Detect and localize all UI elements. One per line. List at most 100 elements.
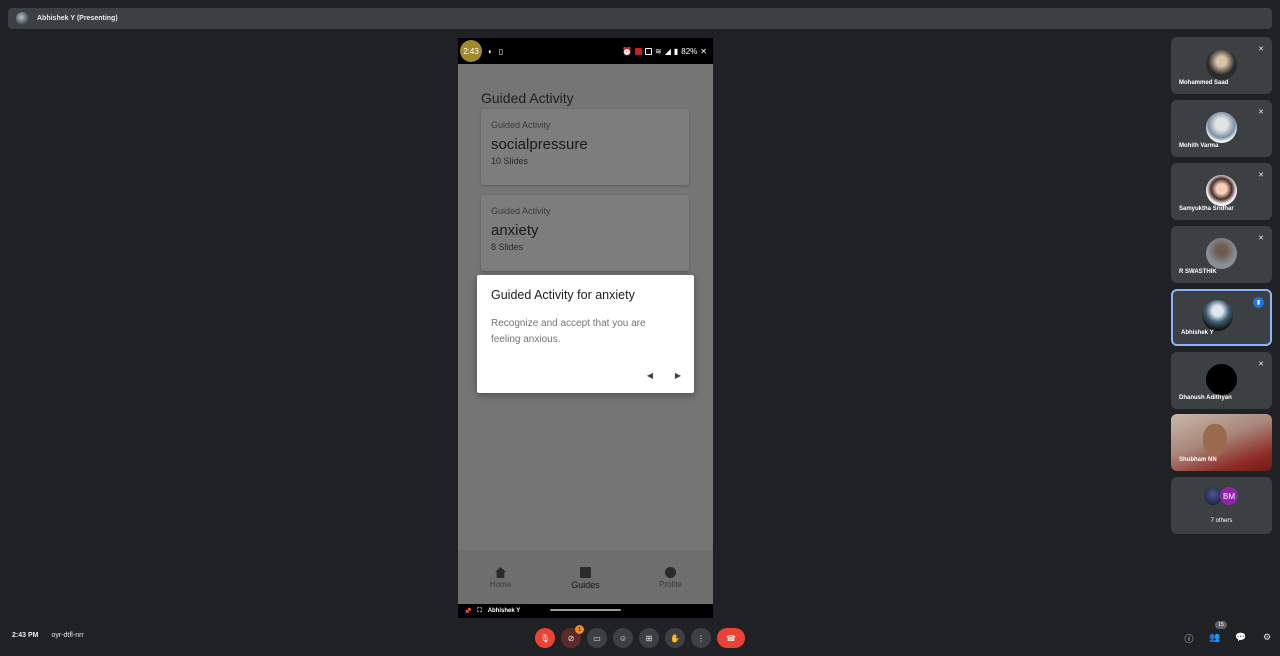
card-slides: 8 Slides: [491, 242, 524, 252]
presenter-banner-label: Abhishek Y (Presenting): [37, 15, 118, 22]
mic-off-icon: ✕: [1258, 361, 1264, 368]
avatar: [1206, 238, 1237, 269]
signal-icon: ◢: [664, 46, 671, 56]
alarm-icon: ⏰: [622, 46, 633, 56]
page-title: Guided Activity: [481, 90, 574, 106]
speaking-icon: ▮: [1253, 297, 1264, 308]
info-icon[interactable]: ⓘ: [1183, 632, 1195, 645]
next-button[interactable]: ▶: [671, 369, 685, 383]
participant-name: Dhanush Adithyan: [1179, 395, 1232, 401]
status-time: 2:43: [460, 40, 482, 62]
battery-level: 82%: [681, 46, 698, 56]
phone-status-bar: 2:43 ◐ ▯ ⏰ ≋ ◢ ▮ 82% ✕: [458, 38, 713, 64]
more-options-button[interactable]: ⋮: [691, 628, 711, 648]
avatar: [1206, 49, 1237, 80]
mic-off-icon: 🎙: [539, 633, 551, 643]
nav-profile[interactable]: Profile: [641, 567, 701, 589]
participant-tile[interactable]: ✕ Mohith Varma: [1171, 100, 1272, 157]
participant-name: R SWASTHIK: [1179, 269, 1217, 275]
captions-button[interactable]: ▭: [587, 628, 607, 648]
presenter-footer-name: Abhishek Y: [487, 608, 521, 614]
hand-icon: ✋: [670, 633, 680, 643]
app-notification-icon: [635, 47, 643, 55]
camera-off-icon: ⊘: [567, 633, 575, 643]
card-title: anxiety: [491, 222, 539, 239]
participant-tile[interactable]: ✕ Mohammed Saad: [1171, 37, 1272, 94]
emoji-button[interactable]: ☺: [613, 628, 633, 648]
captions-icon: ▭: [593, 633, 601, 643]
people-icon[interactable]: 👥: [1209, 632, 1221, 645]
participant-tile-active[interactable]: ▮ Abhishek Y: [1171, 289, 1272, 346]
others-tile[interactable]: BM 7 others: [1171, 477, 1272, 534]
mic-off-icon: ✕: [1258, 109, 1264, 116]
card-title: socialpressure: [491, 136, 588, 153]
call-controls: 🎙 ⊘ 1 ▭ ☺ ⊞ ✋ ⋮ ☎: [535, 625, 745, 648]
camera-toggle-button[interactable]: ⊘ 1: [561, 625, 584, 648]
present-icon: ⊞: [645, 633, 653, 643]
chat-icon[interactable]: 💬: [1235, 632, 1247, 645]
dialog-title: Guided Activity for anxiety: [491, 288, 635, 302]
guided-activity-dialog: Guided Activity for anxiety Recognize an…: [477, 275, 694, 393]
camera-alert-badge: 1: [575, 625, 584, 634]
others-label: 7 others: [1210, 518, 1233, 524]
activity-card-socialpressure[interactable]: Guided Activity socialpressure 10 Slides: [481, 109, 689, 185]
raise-hand-button[interactable]: ✋: [665, 628, 685, 648]
present-button[interactable]: ⊞: [639, 628, 659, 648]
activity-card-anxiety[interactable]: Guided Activity anxiety 8 Slides: [481, 195, 689, 271]
participant-name: Mohammed Saad: [1179, 80, 1229, 86]
participant-tile[interactable]: ✕ Samyuktha Sridhar: [1171, 163, 1272, 220]
mic-off-icon: ✕: [1258, 235, 1264, 242]
record-icon: ◐: [488, 46, 493, 56]
bottom-navigation: Home Guides Profile: [458, 550, 713, 606]
participant-tile[interactable]: ✕ R SWASTHIK: [1171, 226, 1272, 283]
meeting-time: 2:43 PM: [12, 632, 39, 639]
emoji-icon: ☺: [618, 633, 628, 643]
side-controls: ⓘ 👥 💬 ⚙: [1183, 632, 1273, 645]
card-label: Guided Activity: [491, 206, 551, 216]
dialog-body: Recognize and accept that you are feelin…: [491, 318, 646, 345]
activities-icon[interactable]: ⚙: [1261, 632, 1273, 645]
leave-call-button[interactable]: ☎: [717, 628, 745, 648]
participant-video: [1203, 424, 1227, 456]
nav-home[interactable]: Home: [471, 567, 531, 589]
data-icon: [645, 47, 653, 55]
wifi-icon: ≋: [655, 46, 662, 56]
gesture-bar[interactable]: [550, 609, 621, 611]
participant-tile[interactable]: ✕ Dhanush Adithyan: [1171, 352, 1272, 409]
book-icon: [580, 566, 591, 578]
battery-icon: ▮: [673, 46, 679, 56]
people-count-badge: 15: [1215, 621, 1227, 629]
avatar: [1206, 364, 1237, 395]
meeting-info: 2:43 PM oyr-dtfl-nrr: [12, 632, 84, 639]
nav-guides[interactable]: Guides: [556, 566, 616, 590]
presenter-avatar: [16, 12, 29, 25]
home-icon: [495, 567, 506, 578]
mic-off-icon: ✕: [1258, 46, 1264, 53]
participant-name: Mohith Varma: [1179, 143, 1219, 149]
profile-icon: [665, 567, 676, 578]
more-vertical-icon: ⋮: [697, 633, 705, 643]
card-label: Guided Activity: [491, 120, 551, 130]
meeting-code: oyr-dtfl-nrr: [51, 632, 84, 639]
participant-name: Abhishek Y: [1181, 330, 1214, 336]
avatar: [1206, 112, 1237, 143]
previous-button[interactable]: ◀: [643, 369, 657, 383]
mic-muted-icon: ✕: [700, 46, 707, 56]
participant-name: Samyuktha Sridhar: [1179, 206, 1234, 212]
fullscreen-icon[interactable]: ⛶: [477, 608, 481, 615]
presenter-banner: Abhishek Y (Presenting): [8, 8, 1272, 29]
participant-video-tile[interactable]: Shubham NN: [1171, 414, 1272, 471]
mic-off-icon: ✕: [1258, 172, 1264, 179]
avatar: [1206, 175, 1237, 206]
pin-icon[interactable]: 📌: [464, 608, 471, 615]
participant-name: Shubham NN: [1179, 457, 1217, 463]
nav-profile-label: Profile: [659, 580, 682, 589]
initials-avatar: BM: [1220, 487, 1238, 505]
nav-guides-label: Guides: [571, 579, 600, 590]
end-call-icon: ☎: [726, 633, 736, 643]
mic-toggle-button[interactable]: 🎙: [535, 628, 555, 648]
nav-home-label: Home: [489, 580, 512, 589]
card-slides: 10 Slides: [491, 156, 529, 166]
notification-icon: ▯: [498, 46, 504, 56]
avatar: [1202, 300, 1233, 331]
